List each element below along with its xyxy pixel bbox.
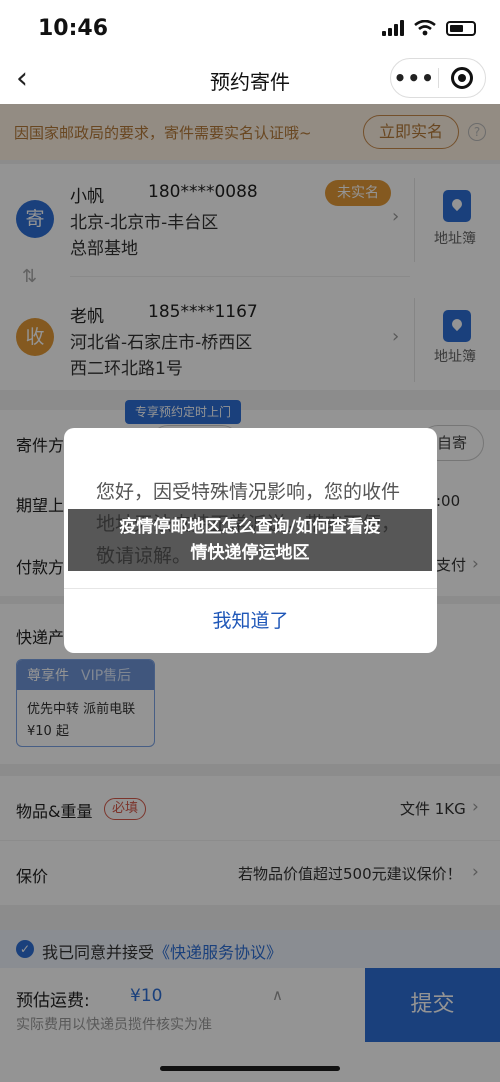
- status-bar: 10:46: [0, 0, 500, 56]
- caption-line-1: 疫情停邮地区怎么查询/如何查看疫: [119, 517, 381, 537]
- nav-bar: ‹ 预约寄件 •••: [0, 56, 500, 104]
- dialog-ok-button[interactable]: 我知道了: [64, 589, 437, 653]
- mini-program-capsule: •••: [390, 58, 486, 98]
- battery-icon: [446, 20, 476, 36]
- caption-line-2: 情快递停运地区: [190, 543, 310, 563]
- watermark-caption: 疫情停邮地区怎么查询/如何查看疫 情快递停运地区: [68, 509, 432, 571]
- home-indicator: [160, 1066, 340, 1071]
- wifi-icon: [414, 20, 436, 36]
- close-miniprogram-icon[interactable]: [438, 67, 485, 89]
- more-icon[interactable]: •••: [391, 66, 438, 90]
- status-icons: [382, 20, 476, 36]
- status-time: 10:46: [38, 16, 109, 41]
- signal-icon: [382, 20, 404, 36]
